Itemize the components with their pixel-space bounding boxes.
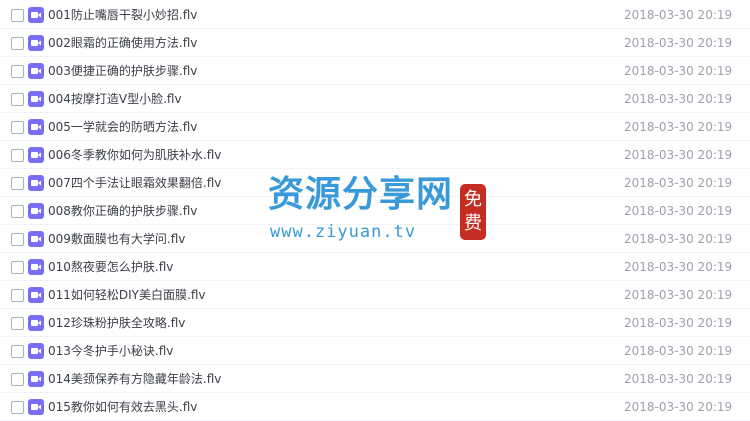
file-row[interactable]: 012珍珠粉护肤全攻略.flv 2018-03-30 20:19 [0,309,750,337]
watermark-seal-bottom: 费 [464,213,482,234]
file-row[interactable]: 010熬夜要怎么护肤.flv 2018-03-30 20:19 [0,253,750,281]
file-date: 2018-03-30 20:19 [624,232,733,246]
video-file-icon [28,315,44,331]
file-name[interactable]: 009敷面膜也有大学问.flv [48,231,185,247]
file-name[interactable]: 010熬夜要怎么护肤.flv [48,259,173,275]
file-date: 2018-03-30 20:19 [624,316,733,330]
watermark-url: www.ziyuan.tv [270,222,417,242]
file-checkbox[interactable] [11,401,24,414]
file-name[interactable]: 014美颈保养有方隐藏年龄法.flv [48,371,221,387]
file-row[interactable]: 003便捷正确的护肤步骤.flv 2018-03-30 20:19 [0,57,750,85]
video-file-icon [28,147,44,163]
file-name[interactable]: 007四个手法让眼霜效果翻倍.flv [48,175,221,191]
video-file-icon [28,343,44,359]
file-date: 2018-03-30 20:19 [624,64,733,78]
file-checkbox[interactable] [11,65,24,78]
video-file-icon [28,259,44,275]
file-row[interactable]: 011如何轻松DIY美白面膜.flv 2018-03-30 20:19 [0,281,750,309]
file-checkbox[interactable] [11,289,24,302]
file-date: 2018-03-30 20:19 [624,36,733,50]
video-file-icon [28,35,44,51]
video-file-icon [28,7,44,23]
file-name[interactable]: 012珍珠粉护肤全攻略.flv [48,315,185,331]
file-name[interactable]: 002眼霜的正确使用方法.flv [48,35,197,51]
file-name[interactable]: 001防止嘴唇干裂小妙招.flv [48,7,197,23]
file-date: 2018-03-30 20:19 [624,372,733,386]
file-checkbox[interactable] [11,9,24,22]
file-checkbox[interactable] [11,233,24,246]
file-name[interactable]: 015教你如何有效去黑头.flv [48,399,197,415]
file-row[interactable]: 001防止嘴唇干裂小妙招.flv 2018-03-30 20:19 [0,1,750,29]
file-date: 2018-03-30 20:19 [624,8,733,22]
file-date: 2018-03-30 20:19 [624,176,733,190]
file-date: 2018-03-30 20:19 [624,204,733,218]
video-file-icon [28,63,44,79]
file-date: 2018-03-30 20:19 [624,148,733,162]
video-file-icon [28,91,44,107]
file-row[interactable]: 002眼霜的正确使用方法.flv 2018-03-30 20:19 [0,29,750,57]
file-checkbox[interactable] [11,37,24,50]
watermark-seal-top: 免 [464,189,482,210]
file-date: 2018-03-30 20:19 [624,92,733,106]
video-file-icon [28,231,44,247]
file-row[interactable]: 006冬季教你如何为肌肤补水.flv 2018-03-30 20:19 [0,141,750,169]
file-row[interactable]: 005一学就会的防晒方法.flv 2018-03-30 20:19 [0,113,750,141]
file-name[interactable]: 008教你正确的护肤步骤.flv [48,203,197,219]
file-checkbox[interactable] [11,317,24,330]
watermark-title: 资源分享网 [268,173,454,215]
file-checkbox[interactable] [11,93,24,106]
file-date: 2018-03-30 20:19 [624,288,733,302]
file-row[interactable]: 013今冬护手小秘诀.flv 2018-03-30 20:19 [0,337,750,365]
file-date: 2018-03-30 20:19 [624,344,733,358]
file-checkbox[interactable] [11,345,24,358]
file-date: 2018-03-30 20:19 [624,400,733,414]
video-file-icon [28,119,44,135]
watermark-seal: 免 费 [460,184,486,240]
file-checkbox[interactable] [11,121,24,134]
file-checkbox[interactable] [11,261,24,274]
watermark: 资源分享网 www.ziyuan.tv 免 费 [268,172,508,252]
file-date: 2018-03-30 20:19 [624,260,733,274]
video-file-icon [28,203,44,219]
video-file-icon [28,175,44,191]
file-row[interactable]: 014美颈保养有方隐藏年龄法.flv 2018-03-30 20:19 [0,365,750,393]
file-name[interactable]: 004按摩打造V型小脸.flv [48,91,182,107]
file-name[interactable]: 013今冬护手小秘诀.flv [48,343,173,359]
file-name[interactable]: 005一学就会的防晒方法.flv [48,119,197,135]
file-checkbox[interactable] [11,205,24,218]
file-row[interactable]: 015教你如何有效去黑头.flv 2018-03-30 20:19 [0,393,750,421]
file-row[interactable]: 004按摩打造V型小脸.flv 2018-03-30 20:19 [0,85,750,113]
file-checkbox[interactable] [11,177,24,190]
file-checkbox[interactable] [11,373,24,386]
file-date: 2018-03-30 20:19 [624,120,733,134]
file-name[interactable]: 011如何轻松DIY美白面膜.flv [48,287,206,303]
file-checkbox[interactable] [11,149,24,162]
video-file-icon [28,399,44,415]
video-file-icon [28,287,44,303]
file-name[interactable]: 003便捷正确的护肤步骤.flv [48,63,197,79]
video-file-icon [28,371,44,387]
file-name[interactable]: 006冬季教你如何为肌肤补水.flv [48,147,221,163]
